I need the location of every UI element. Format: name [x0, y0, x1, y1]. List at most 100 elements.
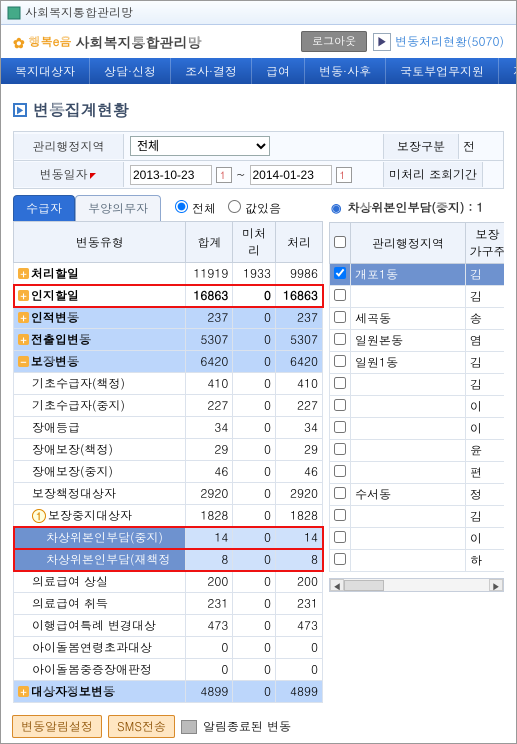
nav-item[interactable]: 자료	[499, 58, 516, 84]
collapse-icon[interactable]: -	[18, 356, 29, 367]
expand-icon[interactable]: +	[18, 290, 29, 301]
expand-icon[interactable]: +	[18, 268, 29, 279]
tab-recipient[interactable]: 수급자	[13, 195, 75, 221]
date-from-input[interactable]	[130, 165, 212, 185]
table-row[interactable]: 의료급여 상실2000200	[14, 571, 323, 593]
cell-name: 송	[466, 308, 505, 330]
row-label: 이행급여특례 변경대상	[32, 617, 156, 634]
nav-item[interactable]: 복지대상자	[1, 58, 90, 84]
radio-nonzero[interactable]: 값있음	[228, 200, 281, 217]
nav-item[interactable]: 국토부업무지원	[386, 58, 499, 84]
table-row[interactable]: 아이돌봄중증장애판정000	[14, 659, 323, 681]
table-row[interactable]: 윤	[330, 440, 505, 462]
horizontal-scrollbar[interactable]: ◀ ▶	[329, 578, 504, 592]
calendar-icon[interactable]	[336, 167, 352, 183]
row-label: 보장중지대상자	[48, 507, 132, 524]
cell-name: 김	[466, 352, 505, 374]
table-row[interactable]: +인지할일16863016863	[14, 285, 323, 307]
table-row[interactable]: 의료급여 취득2310231	[14, 593, 323, 615]
filter-period-label: 미처리 조회기간	[383, 162, 483, 187]
row-checkbox[interactable]	[334, 377, 346, 389]
table-row[interactable]: 기초수급자(책정)4100410	[14, 373, 323, 395]
row-checkbox[interactable]	[334, 267, 346, 279]
sms-send-button[interactable]: SMS전송	[108, 715, 175, 738]
row-checkbox[interactable]	[334, 333, 346, 345]
table-row[interactable]: 장애등급34034	[14, 417, 323, 439]
alarm-settings-button[interactable]: 변동알림설정	[12, 715, 102, 738]
status-link[interactable]: ▶ 변동처리현황(5070)	[373, 33, 504, 51]
table-row[interactable]: 일원1동김	[330, 352, 505, 374]
scroll-left-icon[interactable]: ◀	[330, 579, 344, 591]
row-checkbox[interactable]	[334, 421, 346, 433]
cell-value: 231	[186, 593, 233, 615]
table-row[interactable]: 편	[330, 462, 505, 484]
table-row[interactable]: 일원본동염	[330, 330, 505, 352]
table-row[interactable]: 아이돌봄연령초과대상000	[14, 637, 323, 659]
table-row[interactable]: 1보장중지대상자182801828	[14, 505, 323, 527]
table-row[interactable]: +대상자정보변동489904899	[14, 681, 323, 703]
cell-name: 편	[466, 462, 505, 484]
row-checkbox[interactable]	[334, 355, 346, 367]
table-row[interactable]: 개포1동김	[330, 264, 505, 286]
table-row[interactable]: 하	[330, 550, 505, 572]
table-row[interactable]: +전출입변동530705307	[14, 329, 323, 351]
region-select[interactable]: 전체	[130, 136, 270, 156]
table-row[interactable]: 차상위본인부담(중지)14014	[14, 527, 323, 549]
table-row[interactable]: 이	[330, 528, 505, 550]
rcol-name: 보장 가구주	[466, 223, 505, 264]
row-checkbox[interactable]	[334, 487, 346, 499]
table-row[interactable]: 세곡동송	[330, 308, 505, 330]
expand-icon[interactable]: +	[18, 334, 29, 345]
table-row[interactable]: 이	[330, 418, 505, 440]
row-checkbox[interactable]	[334, 465, 346, 477]
table-row[interactable]: 장애보장(책정)29029	[14, 439, 323, 461]
cell-value: 4899	[186, 681, 233, 703]
table-row[interactable]: 김	[330, 374, 505, 396]
cell-value: 8	[186, 549, 233, 571]
date-to-input[interactable]	[250, 165, 332, 185]
nav-item[interactable]: 급여	[252, 58, 305, 84]
table-row[interactable]: +인적변동2370237	[14, 307, 323, 329]
table-row[interactable]: 이	[330, 396, 505, 418]
logout-button[interactable]: 로그아웃	[301, 31, 367, 52]
expand-icon[interactable]: +	[18, 312, 29, 323]
select-all-checkbox[interactable]	[334, 236, 346, 248]
table-row[interactable]: 차상위본인부담(재책정808	[14, 549, 323, 571]
scroll-right-icon[interactable]: ▶	[489, 579, 503, 591]
row-checkbox[interactable]	[334, 531, 346, 543]
table-row[interactable]: 기초수급자(중지)2270227	[14, 395, 323, 417]
row-checkbox[interactable]	[334, 443, 346, 455]
table-row[interactable]: 이행급여특례 변경대상4730473	[14, 615, 323, 637]
row-label: 인지할일	[31, 287, 79, 304]
cell-value: 473	[276, 615, 323, 637]
table-row[interactable]: 보장책정대상자292002920	[14, 483, 323, 505]
arrow-right-icon: ▶	[373, 33, 391, 51]
table-row[interactable]: 김	[330, 506, 505, 528]
expand-icon[interactable]: +	[18, 686, 29, 697]
table-row[interactable]: 장애보장(중지)46046	[14, 461, 323, 483]
cell-name: 정	[466, 484, 505, 506]
cell-value: 0	[233, 527, 276, 549]
cell-value: 0	[233, 285, 276, 307]
row-checkbox[interactable]	[334, 311, 346, 323]
cell-value: 0	[233, 395, 276, 417]
table-row[interactable]: 수서동정	[330, 484, 505, 506]
nav-item[interactable]: 변동·사후	[305, 58, 386, 84]
row-checkbox[interactable]	[334, 509, 346, 521]
scroll-thumb[interactable]	[344, 580, 384, 591]
cell-value: 410	[186, 373, 233, 395]
nav-item[interactable]: 상담·신청	[90, 58, 171, 84]
table-row[interactable]: -보장변동642006420	[14, 351, 323, 373]
tab-supporter[interactable]: 부양의무자	[75, 195, 161, 221]
nav-item[interactable]: 조사·결정	[171, 58, 252, 84]
calendar-icon[interactable]	[216, 167, 232, 183]
table-row[interactable]: 김	[330, 286, 505, 308]
radio-all[interactable]: 전체	[175, 200, 216, 217]
row-checkbox[interactable]	[334, 553, 346, 565]
table-row[interactable]: +처리할일1191919339986	[14, 263, 323, 285]
marker-1-icon: 1	[32, 509, 46, 523]
row-checkbox[interactable]	[334, 289, 346, 301]
cell-name: 이	[466, 528, 505, 550]
cell-value: 0	[233, 307, 276, 329]
row-checkbox[interactable]	[334, 399, 346, 411]
